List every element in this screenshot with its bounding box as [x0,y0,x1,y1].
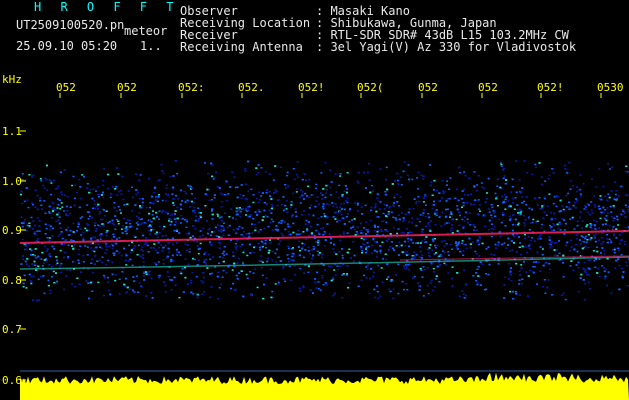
y-tick-label: 1.0 [2,175,22,188]
y-tick-label: 0.8 [2,274,22,287]
x-tick-label: 052! [298,81,325,94]
spectrogram [19,93,629,400]
y-tick-label: 1.1 [2,125,22,138]
y-tick-label: 0.7 [2,323,22,336]
x-tick-label: 0530 [597,81,624,94]
axis-unit-label: kHz [2,73,22,86]
x-tick-label: 052( [357,81,384,94]
x-tick-label: 052 [478,81,498,94]
signal-bands [19,230,629,270]
x-tick-label: 052. [238,81,265,94]
x-tick-label: 052: [178,81,205,94]
y-tick-label: 0.9 [2,224,22,237]
x-tick-label: 052! [537,81,564,94]
noise-field [20,160,629,302]
x-tick-label: 052 [418,81,438,94]
x-tick-label: 052 [117,81,137,94]
y-tick-label: 0.6 [2,374,22,387]
x-tick-label: 052 [56,81,76,94]
power-trace [20,372,629,400]
